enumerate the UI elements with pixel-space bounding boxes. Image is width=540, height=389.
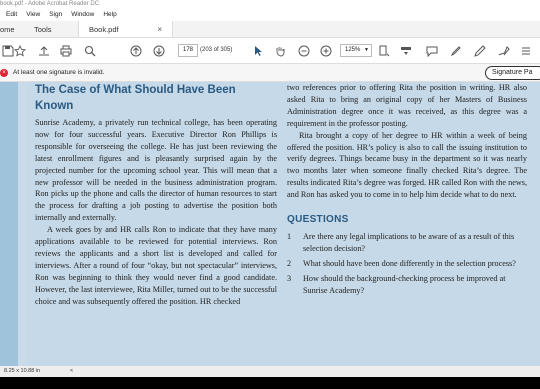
page-number-input[interactable]: 178 — [178, 44, 198, 57]
scroll-left-button[interactable]: < — [70, 366, 73, 377]
draw-icon[interactable] — [474, 43, 486, 58]
question-number: 1 — [287, 232, 292, 242]
case-paragraph-2: A week goes by and HR calls Ron to indic… — [35, 225, 277, 306]
comment-icon[interactable] — [426, 43, 438, 58]
page-edge-strip — [0, 82, 18, 366]
questions-title: QUESTIONS — [287, 214, 349, 226]
case-title: The Case of What Should Have Been Known — [35, 84, 236, 112]
question-text: How should the background-checking proce… — [303, 273, 506, 295]
left-column: The Case of What Should Have Been Known … — [35, 82, 277, 308]
menu-help[interactable]: Help — [103, 9, 116, 21]
tab-home[interactable]: ome — [0, 21, 24, 37]
search-icon[interactable] — [84, 43, 96, 58]
next-page-icon[interactable] — [153, 43, 165, 58]
scroll-mode-icon[interactable] — [400, 43, 412, 58]
menu-window[interactable]: Window — [71, 9, 94, 21]
hand-tool-icon[interactable] — [274, 43, 286, 58]
pdf-page: The Case of What Should Have Been Known … — [27, 82, 540, 366]
previous-page-icon[interactable] — [130, 43, 142, 58]
question-number: 3 — [287, 273, 292, 283]
upload-icon[interactable] — [38, 43, 50, 58]
case-paragraph-3: two references prior to offering Rita th… — [287, 83, 527, 128]
fit-page-icon[interactable] — [378, 43, 390, 58]
close-tab-icon[interactable]: × — [157, 25, 162, 34]
question-number: 2 — [287, 258, 292, 268]
select-cursor-icon[interactable] — [252, 43, 264, 58]
screen-bottom-edge — [0, 377, 540, 389]
case-paragraph-1: Sunrise Academy, a privately run technic… — [35, 118, 277, 223]
document-viewport[interactable]: The Case of What Should Have Been Known … — [0, 82, 540, 366]
fill-sign-icon[interactable] — [498, 43, 510, 58]
question-item: 2 What should have been done differently… — [287, 258, 527, 270]
zoom-value: 125% — [345, 47, 361, 53]
question-text: Are there any legal implications to be a… — [303, 232, 515, 253]
menu-bar: Edit View Sign Window Help — [0, 9, 540, 21]
menu-sign[interactable]: Sign — [49, 9, 62, 21]
signature-panel-button[interactable]: Signature Pa — [485, 66, 540, 80]
print-icon[interactable] — [60, 43, 72, 58]
menu-view[interactable]: View — [26, 9, 40, 21]
tab-document-label: Book.pdf — [89, 24, 119, 34]
question-text: What should have been done differently i… — [303, 258, 516, 268]
save-icon[interactable] — [2, 43, 14, 58]
zoom-out-icon[interactable] — [298, 43, 310, 58]
more-tools-icon[interactable] — [520, 43, 532, 58]
menu-edit[interactable]: Edit — [6, 9, 17, 21]
status-bar: 8.25 x 10.88 in < — [0, 366, 540, 377]
window-title: book.pdf - Adobe Acrobat Reader DC — [0, 0, 540, 9]
highlight-icon[interactable] — [450, 43, 462, 58]
zoom-select[interactable]: 125% ▼ — [340, 44, 372, 57]
tab-bar: ome Tools Book.pdf × — [0, 21, 540, 38]
chevron-down-icon: ▼ — [364, 47, 369, 53]
toolbar: 178 (203 of 305) 125% ▼ — [0, 38, 540, 64]
tab-tools[interactable]: Tools — [24, 21, 78, 37]
question-item: 3 How should the background-checking pro… — [287, 273, 527, 297]
signature-bar: × At least one signature is invalid. Sig… — [0, 64, 540, 82]
page-size-label: 8.25 x 10.88 in — [4, 368, 41, 374]
error-icon: × — [0, 69, 8, 77]
question-item: 1 Are there any legal implications to be… — [287, 231, 527, 255]
page-count: (203 of 305) — [200, 47, 233, 53]
case-paragraph-4: Rita brought a copy of her degree to HR … — [287, 130, 527, 200]
signature-message: At least one signature is invalid. — [13, 69, 105, 76]
zoom-in-icon[interactable] — [320, 43, 332, 58]
right-column: two references prior to offering Rita th… — [287, 82, 527, 300]
star-icon[interactable] — [14, 43, 26, 58]
tab-document[interactable]: Book.pdf × — [78, 21, 173, 37]
